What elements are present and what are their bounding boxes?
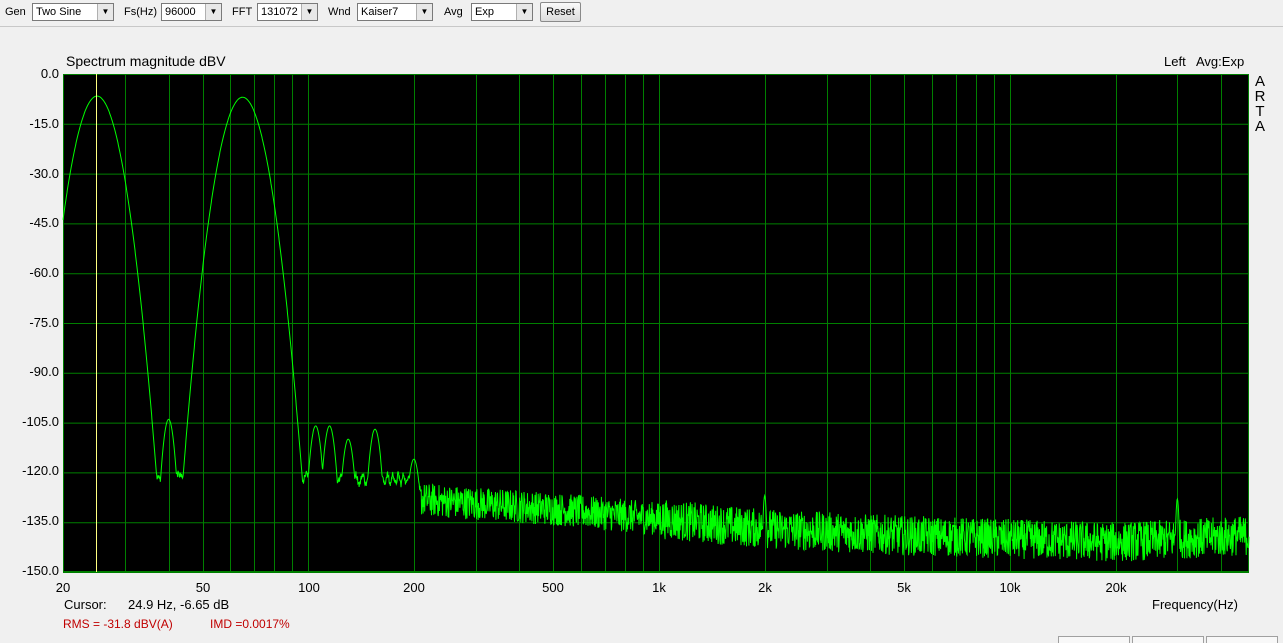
spectrum-plot[interactable] xyxy=(0,0,1283,641)
